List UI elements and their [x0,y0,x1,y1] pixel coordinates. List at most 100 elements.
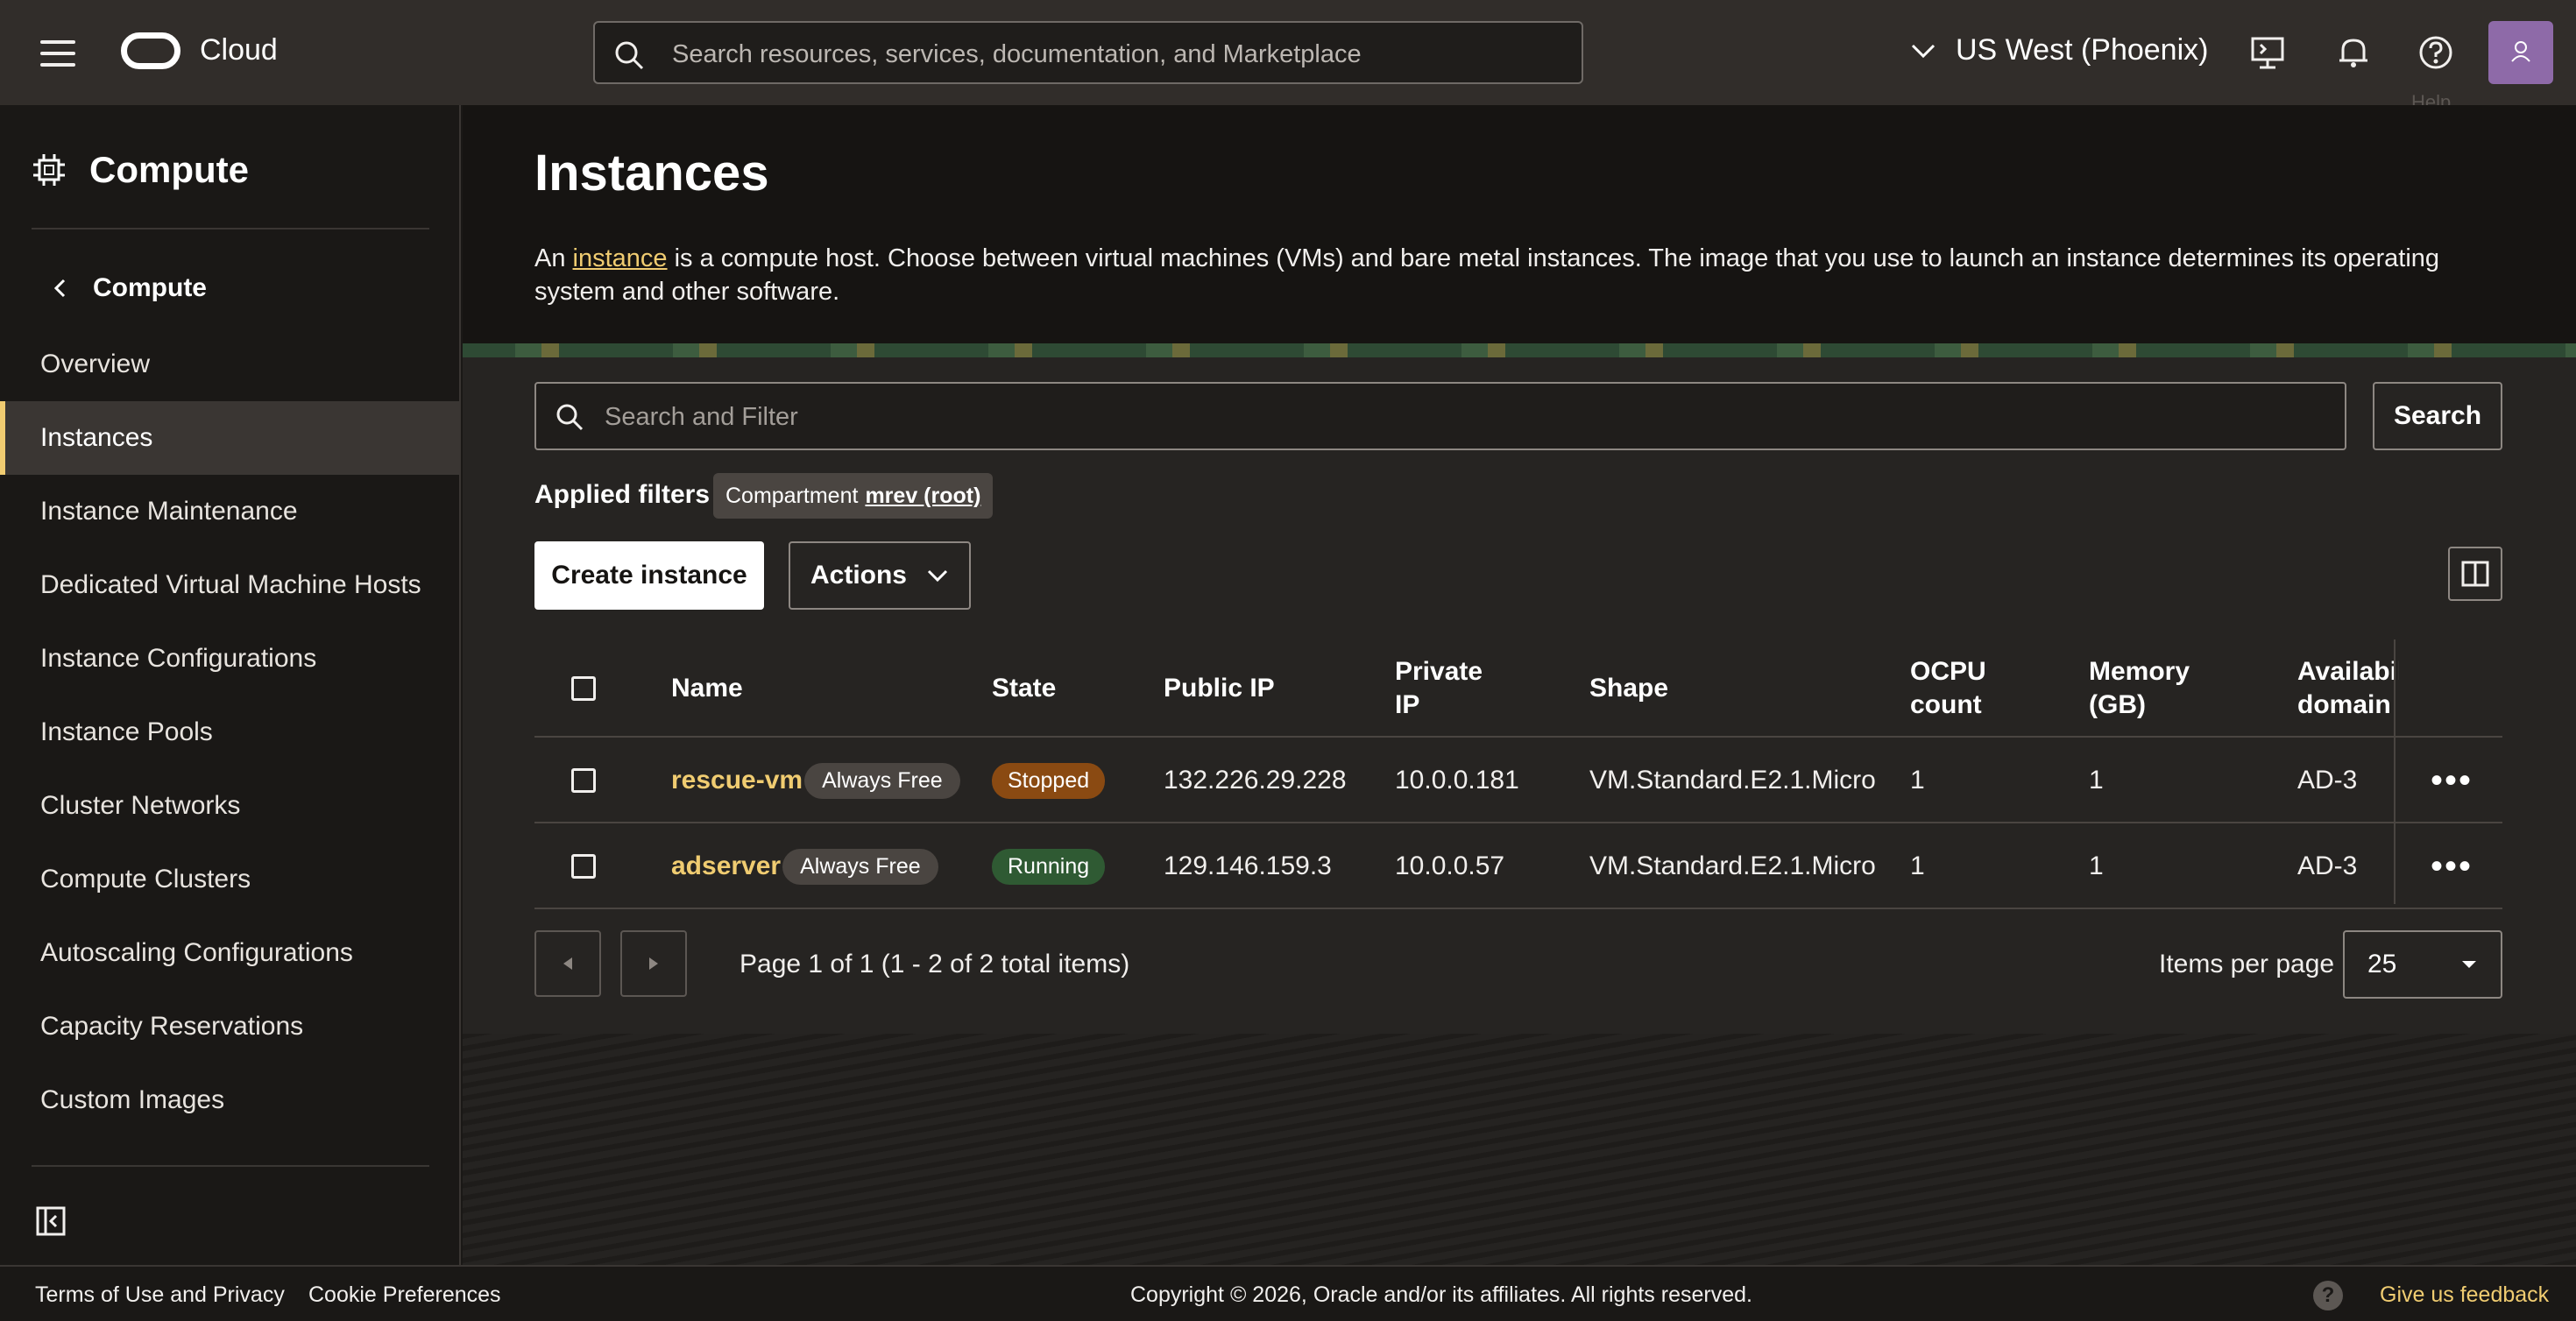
sidebar-item-autoscaling-configurations[interactable]: Autoscaling Configurations [0,916,459,990]
sidebar-item-cluster-networks[interactable]: Cluster Networks [0,769,459,843]
column-header-ocpu-count[interactable]: OCPU count [1910,639,1986,738]
background-texture [463,1034,2576,1265]
status-badge: Stopped [992,762,1106,799]
sidebar-item-capacity-reservations[interactable]: Capacity Reservations [0,990,459,1063]
search-button[interactable]: Search [2373,382,2502,450]
help-icon[interactable] [2417,33,2455,72]
column-header-public-ip[interactable]: Public IP [1164,639,1275,738]
menu-icon[interactable] [40,40,75,67]
sidebar-item-overview[interactable]: Overview [0,328,459,401]
chip-key: Compartment [725,483,859,508]
column-header-shape[interactable]: Shape [1589,639,1668,738]
select-all-cell [571,639,596,738]
column-settings-button[interactable] [2448,547,2502,601]
public-ip-cell: 132.226.29.228 [1164,766,1347,795]
chevron-left-icon [53,279,66,298]
shape-cell: VM.Standard.E2.1.Micro [1589,851,1876,880]
more-actions-icon[interactable]: ••• [2431,761,2473,801]
public-ip-cell: 129.146.159.3 [1164,851,1332,880]
column-header-memory[interactable]: Memory (GB) [2089,639,2190,738]
page-title: Instances [534,145,769,201]
footer-help-icon[interactable]: ? [2313,1281,2343,1310]
previous-page-button[interactable] [534,930,601,997]
terms-link[interactable]: Terms of Use and Privacy [35,1282,285,1308]
user-avatar[interactable] [2488,21,2553,84]
sidebar-item-label: Dedicated Virtual Machine Hosts [40,570,421,599]
state-cell: Stopped [992,738,1106,823]
sidebar-item-label: Instance Configurations [40,644,317,673]
desc-prefix: An [534,244,573,272]
cookie-preferences-link[interactable]: Cookie Preferences [308,1282,501,1308]
sidebar-item-instance-maintenance[interactable]: Instance Maintenance [0,475,459,548]
instance-doc-link[interactable]: instance [573,244,668,272]
sidebar-item-label: Instance Maintenance [40,497,298,526]
sidebar: Compute Compute Overview Instances Insta… [0,105,461,1265]
region-selector[interactable]: US West (Phoenix) [1910,33,2208,67]
header-line: OCPU [1910,657,1986,686]
caret-left-icon [563,957,572,970]
header-line: Memory [2089,657,2190,686]
collapse-sidebar-icon[interactable] [35,1205,67,1237]
status-badge: Running [992,848,1106,885]
header-line: domain [2297,690,2391,719]
applied-filters-label: Applied filters [534,480,711,509]
search-filter-placeholder: Search and Filter [605,403,798,431]
page-header: Instances An instance is a compute host.… [463,105,2576,343]
table-row: adserver Always Free Running 129.146.159.… [534,823,2502,909]
sidebar-item-instance-configurations[interactable]: Instance Configurations [0,622,459,696]
feedback-link[interactable]: Give us feedback [2380,1282,2549,1308]
sidebar-item-label: Custom Images [40,1085,225,1114]
header-line: (GB) [2089,690,2146,719]
chevron-down-icon [927,569,948,583]
items-per-page-select[interactable]: 25 [2343,930,2502,999]
ocpu-cell: 1 [1910,766,1925,795]
top-bar: Cloud Search resources, services, docume… [0,0,2576,105]
column-header-private-ip[interactable]: Private IP [1395,639,1483,738]
items-per-page-value: 25 [2367,950,2397,978]
create-instance-button[interactable]: Create instance [534,541,764,610]
row-checkbox[interactable] [571,768,596,793]
compute-chip-icon [33,154,65,186]
chevron-down-icon [1911,44,1936,58]
availability-domain-cell: AD-3 [2297,766,2358,795]
sidebar-item-label: Autoscaling Configurations [40,938,353,967]
sidebar-divider [32,1165,429,1167]
table-header-row: Name State Public IP Private IP Shape OCP… [534,639,2502,738]
sidebar-title-label: Compute [89,149,249,190]
oracle-logo-icon[interactable] [121,32,180,69]
row-checkbox[interactable] [571,854,596,879]
sidebar-item-instance-pools[interactable]: Instance Pools [0,696,459,769]
global-search-input[interactable]: Search resources, services, documentatio… [593,21,1583,84]
items-per-page-label: Items per page [2159,950,2335,978]
more-actions-icon[interactable]: ••• [2431,847,2473,887]
select-all-checkbox[interactable] [571,676,596,701]
copyright-text: Copyright © 2026, Oracle and/or its affi… [1130,1282,1752,1307]
instance-name-link[interactable]: adserver [671,851,781,881]
column-header-availability-domain[interactable]: Availabili domain [2297,639,2399,738]
sticky-column-divider [2394,639,2396,904]
sidebar-item-instances[interactable]: Instances [0,401,459,475]
sidebar-item-compute-clusters[interactable]: Compute Clusters [0,843,459,916]
sidebar-item-dedicated-vm-hosts[interactable]: Dedicated Virtual Machine Hosts [0,548,459,622]
compartment-filter-chip[interactable]: Compartment mrev (root) [713,473,994,519]
header-line: IP [1395,690,1420,719]
instance-name-cell: rescue-vm Always Free [671,738,960,823]
actions-menu-button[interactable]: Actions [789,541,971,610]
sidebar-item-label: Capacity Reservations [40,1012,304,1041]
next-page-button[interactable] [620,930,687,997]
header-line: Availabili [2297,657,2399,686]
sidebar-item-label: Instance Pools [40,717,213,746]
chip-value-link[interactable]: mrev (root) [865,484,980,509]
pagination-summary: Page 1 of 1 (1 - 2 of 2 total items) [740,950,1130,978]
sidebar-item-custom-images[interactable]: Custom Images [0,1063,459,1137]
sidebar-back-link[interactable]: Compute [53,273,207,303]
notifications-bell-icon[interactable] [2334,33,2373,72]
page-description: An instance is a compute host. Choose be… [534,242,2523,308]
always-free-badge: Always Free [804,762,960,799]
cloud-shell-icon[interactable] [2248,33,2287,72]
column-header-state[interactable]: State [992,639,1056,738]
footer: Terms of Use and Privacy Cookie Preferen… [0,1265,2576,1321]
search-filter-input[interactable]: Search and Filter [534,382,2346,450]
instance-name-link[interactable]: rescue-vm [671,766,803,795]
column-header-name[interactable]: Name [671,639,743,738]
